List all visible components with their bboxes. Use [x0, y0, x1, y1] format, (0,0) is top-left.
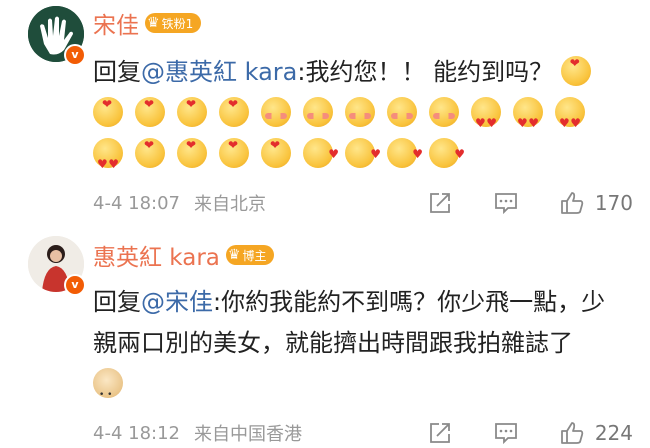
badge-label: 博主 [242, 248, 267, 263]
timestamp: 4-4 18:12 [93, 422, 180, 444]
crown-icon: ♛ [147, 15, 160, 31]
emoji-hug-icon [219, 84, 249, 127]
username[interactable]: 宋佳 [93, 6, 139, 40]
emoji-blush-icon [387, 97, 417, 127]
comment-text: 回复@惠英紅 kara:我约您！！ 能约到吗？ [93, 43, 613, 185]
verified-badge-icon: v [64, 44, 86, 66]
emoji-blush-icon [429, 97, 459, 127]
comment-meta: 4-4 18:12 来自中国香港 224 [93, 418, 633, 448]
emoji-love-icon [93, 138, 123, 185]
share-icon[interactable] [427, 420, 453, 446]
emoji-love-icon [555, 97, 585, 144]
comment-actions: 224 [427, 418, 633, 448]
badge-label: 铁粉1 [161, 16, 194, 31]
emoji-wink-icon [303, 134, 339, 175]
location: 来自北京 [194, 194, 266, 215]
username[interactable]: 惠英紅 kara [93, 238, 220, 272]
comment-text: 回复@宋佳:你約我能約不到嗎？你少飛一點，少親兩口別的美女，就能擠出時間跟我拍雜… [93, 282, 613, 416]
comment-icon[interactable] [493, 420, 519, 446]
fan-level-badge: ♛ 铁粉1 [145, 13, 202, 33]
emoji-wink-icon [387, 134, 423, 175]
reply-prefix: 回复 [93, 288, 141, 316]
emoji-hug-icon [177, 125, 207, 168]
share-icon[interactable] [427, 190, 453, 216]
timestamp: 4-4 18:07 [93, 192, 180, 214]
emoji-wink-icon [429, 134, 465, 175]
comment-icon[interactable] [493, 190, 519, 216]
like-count: 170 [594, 191, 633, 215]
reply-prefix: 回复 [93, 58, 141, 86]
emoji-hug-icon [93, 84, 123, 127]
emoji-blush-icon [303, 97, 333, 127]
emoji-blush-icon [345, 97, 375, 127]
emoji-dog-icon [93, 368, 123, 416]
author-badge: ♛ 博主 [225, 245, 275, 265]
emoji-hug-icon [135, 84, 165, 127]
mention-link[interactable]: @宋佳 [141, 288, 213, 316]
emoji-love-icon [471, 97, 501, 144]
like-icon[interactable] [559, 190, 585, 216]
emoji-hug-icon [219, 125, 249, 168]
emoji-hug-icon [177, 84, 207, 127]
emoji-hug-icon [560, 43, 591, 86]
verified-badge-icon: v [64, 274, 86, 296]
emoji-hug-icon [135, 125, 165, 168]
emoji-wink-icon [345, 134, 381, 175]
emoji-love-icon [513, 97, 543, 144]
emoji-hug-icon [261, 125, 291, 168]
emoji-row [93, 368, 135, 416]
like-icon[interactable] [559, 420, 585, 446]
comment-meta: 4-4 18:07 来自北京 170 [93, 188, 633, 218]
like-count: 224 [594, 421, 633, 445]
emoji-blush-icon [261, 97, 291, 127]
comment-body: :我约您！！ 能约到吗？ [297, 58, 554, 86]
crown-icon: ♛ [227, 247, 241, 263]
location: 来自中国香港 [194, 424, 302, 445]
comment-actions: 170 [427, 188, 633, 218]
mention-link[interactable]: @惠英紅 kara [141, 58, 297, 86]
